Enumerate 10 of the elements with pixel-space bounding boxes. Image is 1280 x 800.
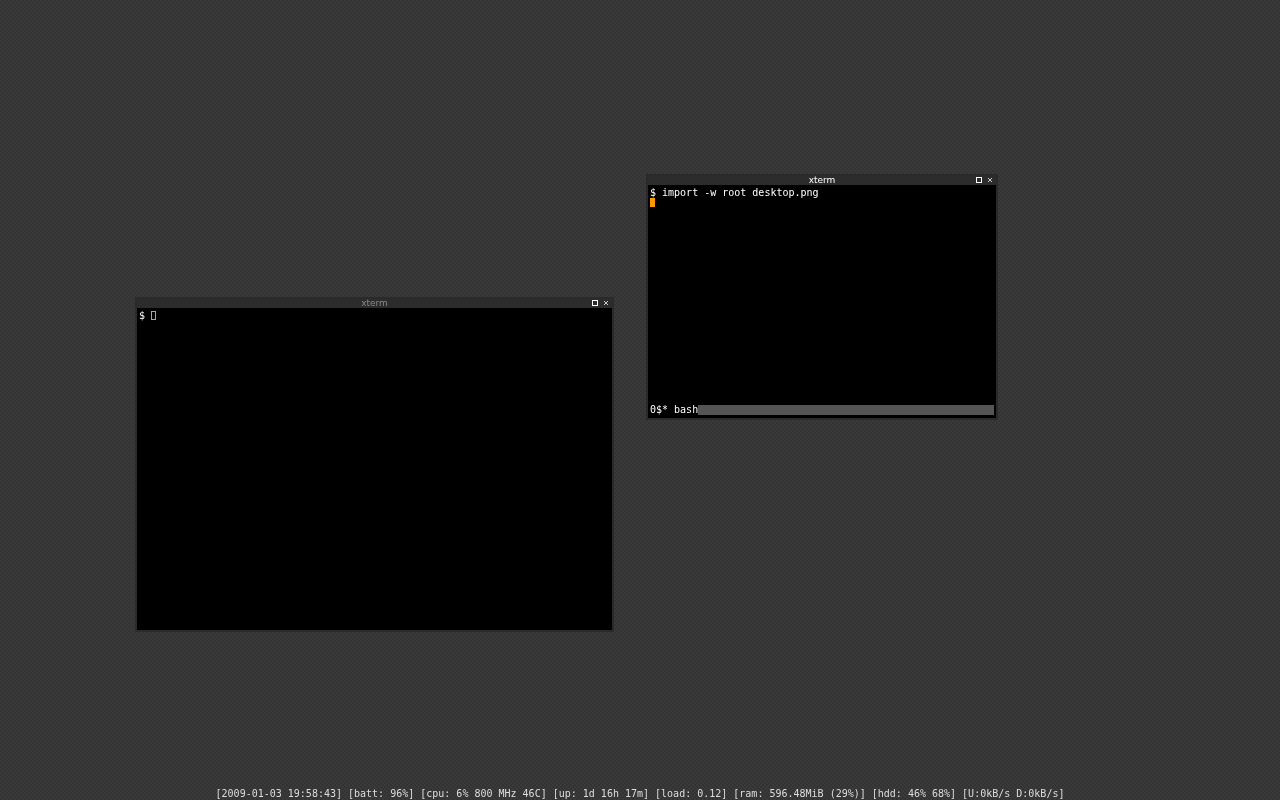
system-status-text: [2009-01-03 19:58:43] [batt: 96%] [cpu: 6% 800 MHz 46C] [up: 1d 16h 17m] [load: 0.12] [ram: 596.48MiB (29%)] [hdd: 46% 68%] [U:0kB/s D:0kB/s]: [214, 788, 1066, 800]
window-title: xterm: [361, 299, 388, 308]
maximize-icon[interactable]: [976, 177, 982, 183]
shell-prompt: $: [139, 310, 146, 321]
maximize-icon[interactable]: [592, 300, 598, 306]
close-icon[interactable]: [603, 300, 609, 306]
window-title: xterm: [808, 176, 836, 185]
close-icon[interactable]: [987, 177, 993, 183]
screen-window-list: 0$* bash: [650, 404, 699, 415]
terminal-line: $ import -w root desktop.png: [650, 187, 820, 198]
